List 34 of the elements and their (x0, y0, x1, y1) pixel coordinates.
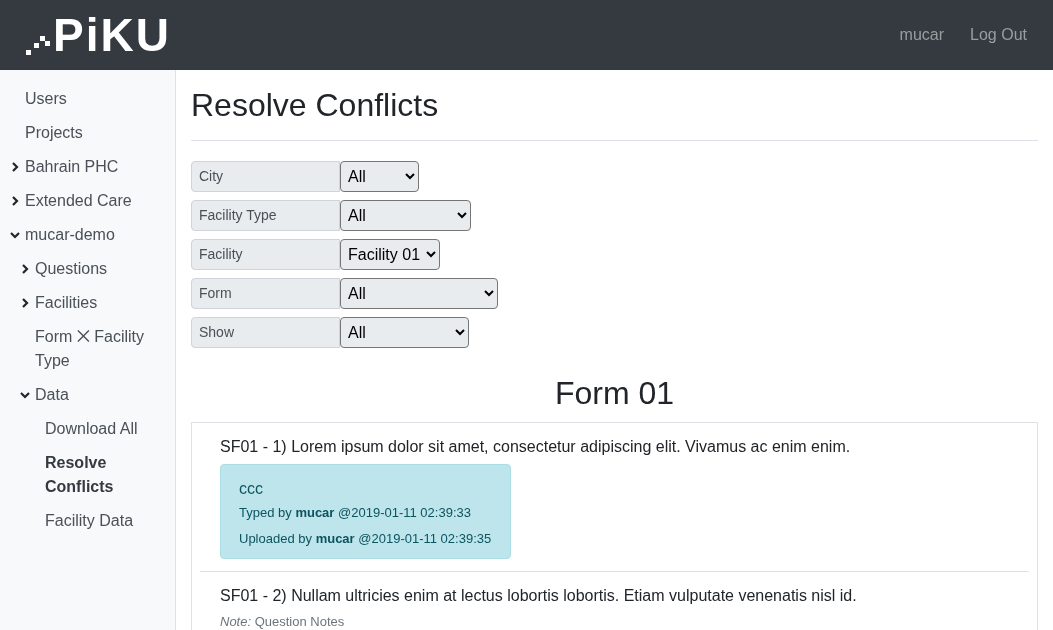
form-title: Form 01 (553, 374, 676, 412)
question-text: SF01 - 1) Lorem ipsum dolor sit amet, consectetur adipiscing elit. Vivamus ac enim enim. (220, 437, 852, 457)
sidebar-link[interactable]: Projects (25, 121, 83, 145)
sidebar-link[interactable]: Data (35, 383, 69, 407)
filter-label: Form (191, 278, 340, 309)
question-note: Note: Question Notes (220, 613, 346, 630)
filter-select[interactable]: Facility 01 (340, 239, 440, 270)
filter-label: City (191, 161, 340, 192)
sidebar-link[interactable]: mucar-demo (25, 223, 115, 247)
sidebar-link[interactable]: Resolve Conflicts (45, 451, 167, 499)
sidebar-link[interactable]: Questions (35, 257, 108, 281)
sidebar-link[interactable]: Facilities (35, 291, 98, 315)
sidebar-link[interactable]: Facility Data (45, 509, 134, 533)
filter-label: Show (191, 317, 340, 348)
sidebar-link[interactable]: Download All (45, 417, 138, 441)
user-link[interactable]: mucar (899, 23, 945, 47)
logout-link[interactable]: Log Out (970, 23, 1027, 47)
sidebar-link[interactable]: Form ⨉ Facility Type (35, 325, 167, 373)
sidebar-link[interactable]: Bahrain PHC (25, 155, 119, 179)
filter-label: Facility Type (191, 200, 340, 231)
filter-select[interactable]: All (340, 161, 419, 192)
pixel-squares-icon (26, 36, 50, 56)
question-text: SF01 - 2) Nullam ultricies enim at lectus lobortis lobortis. Etiam vulputate venenatis nisl id. (220, 586, 858, 606)
filter-select[interactable]: All (340, 278, 498, 309)
typed-by-text: Typed by mucar @2019-01-11 02:39:33 (239, 504, 472, 522)
uploaded-by-text: Uploaded by mucar @2019-01-11 02:39:35 (239, 529, 492, 548)
answer-value: ccc (239, 479, 264, 499)
filter-select[interactable]: All (340, 317, 469, 348)
sidebar-link[interactable]: Extended Care (25, 189, 132, 213)
logo-text: PiKU (53, 14, 171, 56)
sidebar-link[interactable]: Users (25, 87, 67, 111)
page-title: Resolve Conflicts (191, 86, 1038, 141)
filter-select[interactable]: All (340, 200, 471, 231)
filter-label: Facility (191, 239, 340, 270)
